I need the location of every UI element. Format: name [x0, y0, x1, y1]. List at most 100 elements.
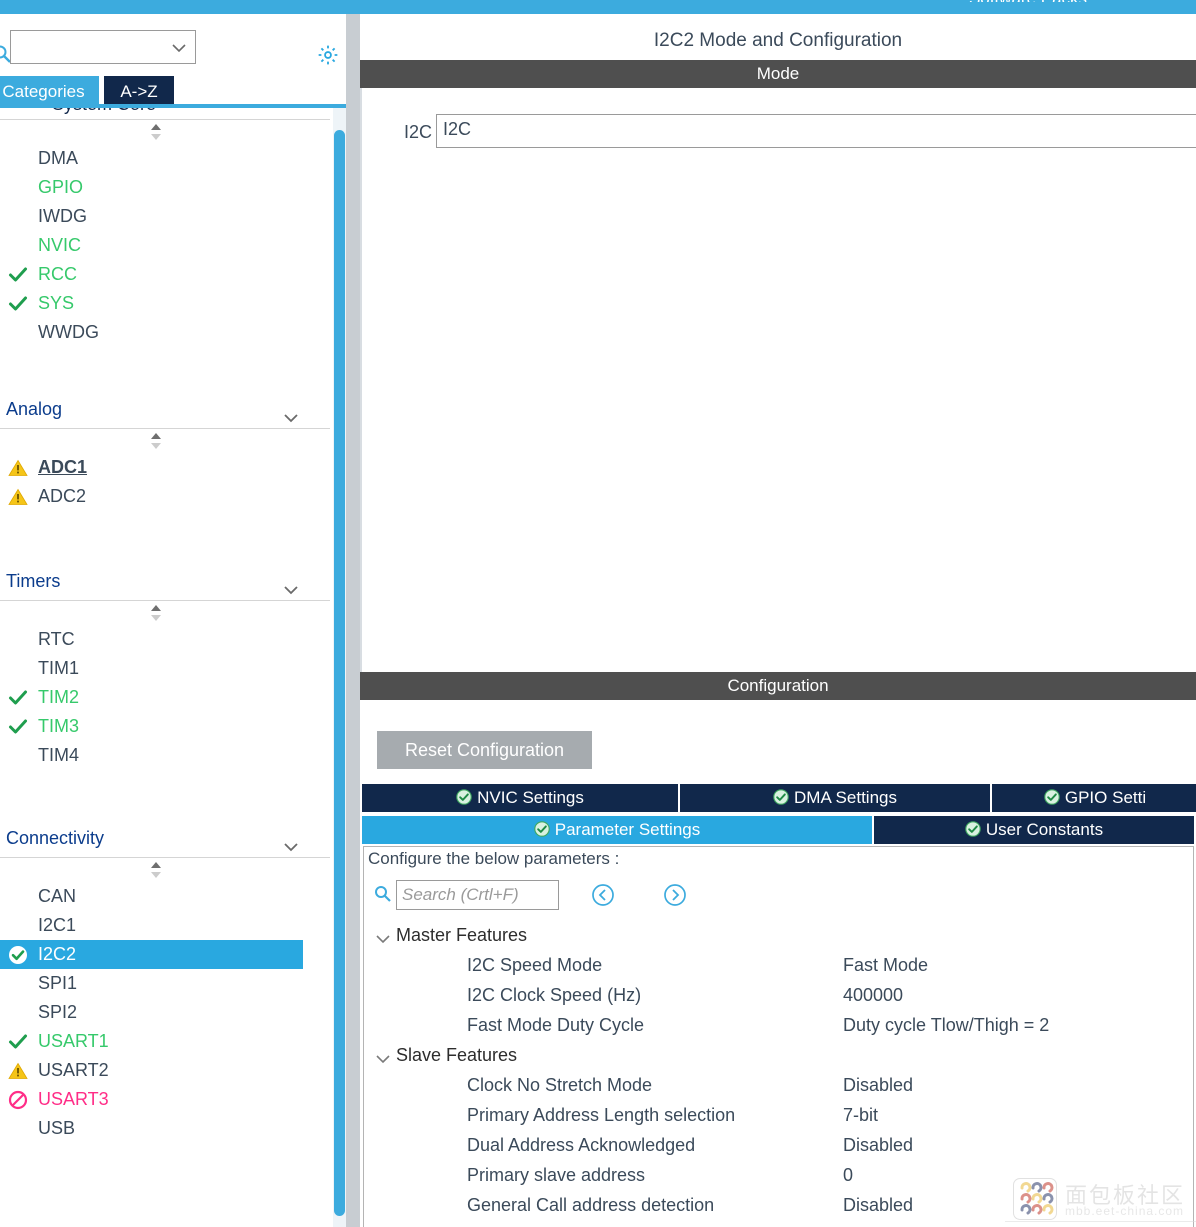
ip-item-gpio[interactable]: GPIO [0, 173, 330, 202]
ip-item-label: RCC [38, 264, 77, 284]
chevron-down-icon [282, 573, 300, 595]
param-value[interactable]: 400000 [843, 980, 903, 1010]
ip-item-tim4[interactable]: TIM4 [0, 741, 330, 770]
configuration-section-header: Configuration [360, 672, 1196, 700]
ip-item-label: ADC1 [38, 457, 88, 477]
ip-item-label: CAN [38, 886, 77, 906]
ip-item-usb[interactable]: USB [0, 1114, 330, 1143]
category-header-timers[interactable]: Timers [0, 561, 330, 601]
param-value[interactable]: Disabled [843, 1070, 913, 1100]
chevron-down-icon [282, 401, 300, 423]
param-name: Fast Mode Duty Cycle [467, 1015, 645, 1035]
param-name: General Call address detection [467, 1195, 715, 1215]
tab-dma-settings[interactable]: DMA Settings [680, 784, 992, 812]
ip-item-can[interactable]: CAN [0, 882, 330, 911]
ip-item-tim2[interactable]: TIM2 [0, 683, 330, 712]
chevron-left-circle-icon[interactable] [591, 883, 615, 912]
check-circle-icon [1044, 786, 1060, 812]
ip-item-tim3[interactable]: TIM3 [0, 712, 330, 741]
ip-item-nvic[interactable]: NVIC [0, 231, 330, 260]
ip-item-sys[interactable]: SYS [0, 289, 330, 318]
ip-item-label: USART3 [38, 1089, 109, 1109]
ip-item-label: RTC [38, 629, 75, 649]
tab-nvic-settings[interactable]: NVIC Settings [362, 784, 680, 812]
config-tabs-row-2: Parameter Settings User Constants [362, 816, 1196, 844]
list-spinner[interactable] [0, 120, 330, 144]
ip-item-spi1[interactable]: SPI1 [0, 969, 330, 998]
ip-item-adc2[interactable]: ADC2 [0, 482, 330, 511]
ip-item-i2c1[interactable]: I2C1 [0, 911, 330, 940]
ip-item-rtc[interactable]: RTC [0, 625, 330, 654]
param-name: Primary Address Length selection [467, 1105, 736, 1125]
check-icon [8, 265, 28, 285]
ip-item-usart2[interactable]: USART2 [0, 1056, 330, 1085]
param-value[interactable]: 7-bit [843, 1100, 878, 1130]
warning-icon [8, 1061, 28, 1081]
warning-icon [8, 458, 28, 478]
tab-parameter-settings[interactable]: Parameter Settings [362, 816, 874, 844]
ip-search-combobox[interactable] [10, 30, 196, 64]
reset-configuration-button[interactable]: Reset Configuration [377, 731, 592, 769]
ip-item-label: TIM4 [38, 745, 80, 765]
config-tabs-row-1: NVIC Settings DMA Settings GPIO Setti [362, 784, 1196, 812]
ip-item-label: DMA [38, 148, 78, 168]
chevron-down-icon [282, 830, 300, 852]
ip-item-adc1[interactable]: ADC1 [0, 453, 330, 482]
scrollbar-thumb[interactable] [334, 130, 345, 1216]
tab-user-constants[interactable]: User Constants [874, 816, 1196, 844]
mode-section-header: Mode [360, 60, 1196, 88]
category-header-system-core[interactable]: System Core [0, 108, 330, 120]
ip-item-i2c2[interactable]: I2C2 [0, 940, 303, 969]
ip-tree: System Core DMA GPIO IWDG NVIC RCC SYS WWDG Anal… [0, 108, 348, 1227]
check-circle-icon [456, 786, 472, 812]
param-value[interactable]: Disabled [843, 1130, 913, 1160]
sort-arrows-icon [148, 122, 164, 140]
list-spinner[interactable] [0, 429, 330, 453]
ip-item-usart3[interactable]: USART3 [0, 1085, 330, 1114]
tab-gpio-setti[interactable]: GPIO Setti [992, 784, 1196, 812]
chevron-down-icon [374, 927, 390, 944]
param-name: Clock No Stretch Mode [467, 1075, 653, 1095]
watermark: 面包板社区 mbb.eet-china.com [1005, 1178, 1196, 1222]
mode-field-value[interactable]: I2C [436, 114, 1196, 148]
list-spinner[interactable] [0, 601, 330, 625]
category-header-analog[interactable]: Analog [0, 389, 330, 429]
param-name: I2C Clock Speed (Hz) [467, 985, 642, 1005]
param-value[interactable]: Fast Mode [843, 950, 928, 980]
ip-tree-panel: Categories A->Z System CoreDMAGPIOIWDGNV… [0, 14, 348, 1227]
mode-section-body: I2C I2C [360, 88, 1196, 672]
list-spinner[interactable] [0, 858, 330, 882]
param-group-label: Slave Features [396, 1045, 518, 1065]
ip-item-label: I2C2 [38, 944, 77, 964]
chevron-down-icon [171, 40, 187, 56]
ip-item-wwdg[interactable]: WWDG [0, 318, 330, 347]
ip-item-iwdg[interactable]: IWDG [0, 202, 330, 231]
param-value[interactable]: Duty cycle Tlow/Thigh = 2 [843, 1010, 1049, 1040]
ip-item-rcc[interactable]: RCC [0, 260, 330, 289]
ip-item-dma[interactable]: DMA [0, 144, 330, 173]
ip-item-label: USB [38, 1118, 76, 1138]
ip-item-tim1[interactable]: TIM1 [0, 654, 330, 683]
param-name: Dual Address Acknowledged [467, 1135, 696, 1155]
gear-icon[interactable] [317, 44, 339, 66]
param-value[interactable]: Disabled [843, 1190, 913, 1220]
mode-field-label: I2C [404, 122, 433, 142]
ip-item-usart1[interactable]: USART1 [0, 1027, 330, 1056]
ip-item-label: USART2 [38, 1060, 109, 1080]
ip-item-label: TIM3 [38, 716, 80, 736]
ip-item-label: TIM1 [38, 658, 80, 678]
ip-item-label: USART1 [38, 1031, 109, 1051]
param-value[interactable]: 0 [843, 1160, 853, 1190]
ip-item-spi2[interactable]: SPI2 [0, 998, 330, 1027]
sort-arrows-icon [148, 431, 164, 449]
ip-item-label: WWDG [38, 322, 99, 342]
configuration-section-body: Reset Configuration NVIC Settings DMA Set… [360, 700, 1196, 1227]
configuration-panel: I2C2 Mode and Configuration Mode I2C I2C… [360, 14, 1196, 1227]
watermark-url: mbb.eet-china.com [1065, 1204, 1185, 1218]
check-circle-icon [533, 818, 550, 844]
sort-arrows-icon [148, 603, 164, 621]
search-input[interactable] [396, 880, 559, 910]
chevron-right-circle-icon[interactable] [663, 883, 687, 912]
category-header-connectivity[interactable]: Connectivity [0, 818, 330, 858]
ip-tree-scrollbar[interactable] [333, 108, 346, 1227]
